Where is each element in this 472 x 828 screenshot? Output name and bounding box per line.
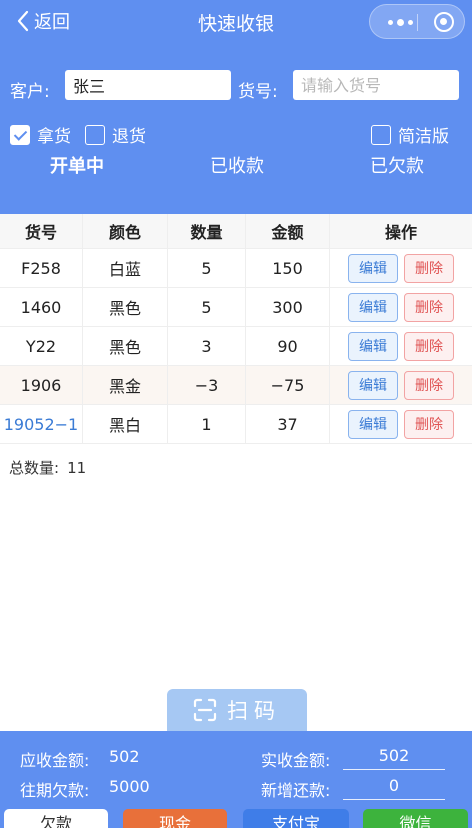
new-repay-label: 新增还款: bbox=[261, 781, 331, 800]
sku-input[interactable] bbox=[293, 70, 459, 100]
cell-sku: 1460 bbox=[0, 288, 83, 326]
edit-button[interactable]: 编辑 bbox=[348, 370, 398, 400]
pay-wechat-button[interactable]: 微信 bbox=[363, 809, 468, 828]
sku-label: 货号: bbox=[238, 82, 278, 102]
delete-button[interactable]: 删除 bbox=[404, 331, 454, 361]
pay-credit-button[interactable]: 欠款 bbox=[4, 809, 108, 828]
received-label: 实收金额: bbox=[261, 751, 331, 770]
edit-button[interactable]: 编辑 bbox=[348, 409, 398, 439]
miniprogram-capsule bbox=[369, 4, 465, 39]
header-sku: 货号 bbox=[0, 214, 83, 248]
take-goods-checkbox[interactable]: 拿货 bbox=[10, 122, 71, 147]
more-icon[interactable] bbox=[388, 19, 413, 26]
header-actions: 操作 bbox=[384, 223, 417, 242]
cell-amount: 37 bbox=[246, 405, 330, 443]
edit-button[interactable]: 编辑 bbox=[348, 253, 398, 283]
cell-actions: 编辑 删除 bbox=[330, 327, 472, 365]
cell-color: 白蓝 bbox=[83, 249, 168, 287]
total-quantity-value: 11 bbox=[67, 459, 87, 477]
cell-qty: −3 bbox=[168, 366, 246, 404]
receivable-value: 502 bbox=[109, 747, 140, 766]
cell-sku: Y22 bbox=[0, 327, 83, 365]
cell-amount: 150 bbox=[246, 249, 330, 287]
table-header-row: 货号 颜色 数量 金额 操作 bbox=[0, 214, 472, 249]
cell-qty: 5 bbox=[168, 249, 246, 287]
close-miniprogram-icon[interactable] bbox=[434, 12, 454, 32]
cell-amount: 90 bbox=[246, 327, 330, 365]
header-qty: 数量 bbox=[168, 214, 246, 248]
table-row-return: 1906 黑金 −3 −75 编辑 删除 bbox=[0, 366, 472, 405]
cell-sku-link[interactable]: 19052−1 bbox=[0, 405, 83, 443]
scan-icon bbox=[193, 698, 217, 722]
edit-button[interactable]: 编辑 bbox=[348, 292, 398, 322]
return-goods-checkbox[interactable]: 退货 bbox=[85, 122, 146, 147]
checkbox-checked-icon bbox=[10, 124, 30, 145]
table-row: Y22 黑色 3 90 编辑 删除 bbox=[0, 327, 472, 366]
table-row: 1460 黑色 5 300 编辑 删除 bbox=[0, 288, 472, 327]
cell-color: 黑色 bbox=[83, 288, 168, 326]
cell-qty: 1 bbox=[168, 405, 246, 443]
customer-input[interactable] bbox=[65, 70, 231, 100]
cell-amount: 300 bbox=[246, 288, 330, 326]
cell-amount: −75 bbox=[246, 366, 330, 404]
cell-actions: 编辑 删除 bbox=[330, 366, 472, 404]
cell-qty: 5 bbox=[168, 288, 246, 326]
table-row: 19052−1 黑白 1 37 编辑 删除 bbox=[0, 405, 472, 444]
cell-actions: 编辑 删除 bbox=[330, 288, 472, 326]
tab-owed[interactable]: 已欠款 bbox=[337, 152, 457, 178]
header: 返回 快速收银 客户: 货号: 拿货 退货 简洁版 开单中 已收款 bbox=[0, 0, 472, 214]
table-row: F258 白蓝 5 150 编辑 删除 bbox=[0, 249, 472, 288]
cell-sku: 1906 bbox=[0, 366, 83, 404]
received-input[interactable]: 502 bbox=[343, 742, 445, 770]
cell-color: 黑色 bbox=[83, 327, 168, 365]
header-color: 颜色 bbox=[83, 214, 168, 248]
tab-in-progress[interactable]: 开单中 bbox=[17, 152, 137, 178]
pay-alipay-button[interactable]: 支付宝 bbox=[243, 809, 349, 828]
return-goods-label: 退货 bbox=[112, 127, 146, 147]
pay-cash-button[interactable]: 现金 bbox=[123, 809, 227, 828]
cell-qty: 3 bbox=[168, 327, 246, 365]
quick-checkout-page: 返回 快速收银 客户: 货号: 拿货 退货 简洁版 开单中 已收款 bbox=[0, 0, 472, 828]
receivable-label: 应收金额: bbox=[20, 751, 90, 770]
delete-button[interactable]: 删除 bbox=[404, 253, 454, 283]
cell-actions: 编辑 删除 bbox=[330, 405, 472, 443]
tab-paid[interactable]: 已收款 bbox=[177, 152, 297, 178]
delete-button[interactable]: 删除 bbox=[404, 370, 454, 400]
scan-label: 扫码 bbox=[227, 699, 281, 723]
header-amount: 金额 bbox=[246, 214, 330, 248]
cell-color: 黑白 bbox=[83, 405, 168, 443]
nav-bar: 返回 快速收银 bbox=[0, 0, 472, 44]
simple-mode-checkbox[interactable]: 简洁版 bbox=[371, 122, 449, 147]
new-repay-input[interactable]: 0 bbox=[343, 772, 445, 800]
total-quantity: 总数量: 11 bbox=[9, 457, 86, 478]
prev-debt-label: 往期欠款: bbox=[20, 781, 90, 800]
take-goods-label: 拿货 bbox=[37, 127, 71, 147]
order-status-tabs: 开单中 已收款 已欠款 bbox=[0, 152, 472, 186]
order-table: 货号 颜色 数量 金额 操作 F258 白蓝 5 150 编辑 删除 1460 … bbox=[0, 214, 472, 444]
customer-label: 客户: bbox=[10, 82, 50, 102]
cell-color: 黑金 bbox=[83, 366, 168, 404]
checkbox-unchecked-icon bbox=[85, 124, 105, 145]
scan-button[interactable]: 扫码 bbox=[167, 689, 307, 731]
prev-debt-value: 5000 bbox=[109, 777, 150, 796]
delete-button[interactable]: 删除 bbox=[404, 292, 454, 322]
simple-mode-label: 简洁版 bbox=[398, 127, 449, 147]
cell-sku: F258 bbox=[0, 249, 83, 287]
checkbox-unchecked-icon bbox=[371, 124, 391, 145]
cell-actions: 编辑 删除 bbox=[330, 249, 472, 287]
capsule-divider bbox=[417, 14, 418, 31]
edit-button[interactable]: 编辑 bbox=[348, 331, 398, 361]
total-quantity-label: 总数量: bbox=[9, 459, 60, 477]
delete-button[interactable]: 删除 bbox=[404, 409, 454, 439]
